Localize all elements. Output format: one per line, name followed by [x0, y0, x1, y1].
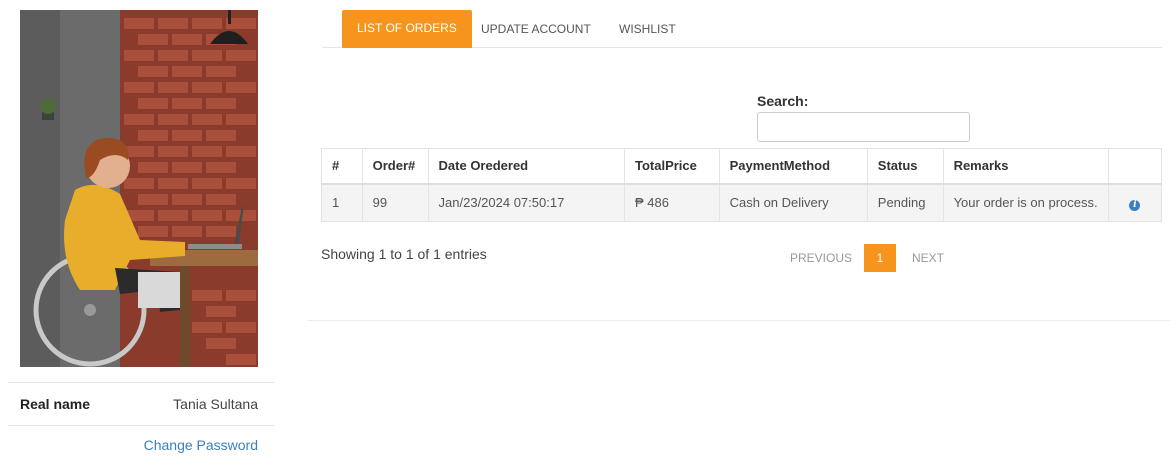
cell-status: Pending — [866, 183, 944, 222]
real-name-value: Tania Sultana — [173, 396, 258, 412]
pagination-page-button[interactable]: 1 — [864, 244, 896, 272]
table-header-row: # Order# Date Oredered TotalPrice Paymen… — [321, 148, 1163, 185]
cell-payment-method: Cash on Delivery — [718, 183, 868, 222]
search-input[interactable] — [757, 112, 970, 142]
cell-date-ordered: Jan/23/2024 07:50:17 — [427, 183, 625, 222]
account-tabs: LIST OF ORDERS UPDATE ACCOUNT WISHLIST — [322, 10, 1162, 48]
profile-photo-illustration — [20, 10, 258, 367]
profile-divider — [8, 382, 274, 383]
profile-divider — [8, 425, 274, 426]
column-header-status[interactable]: Status — [866, 148, 944, 185]
column-header-total-price[interactable]: TotalPrice — [623, 148, 720, 185]
column-header-payment-method[interactable]: PaymentMethod — [718, 148, 868, 185]
tab-wishlist[interactable]: WISHLIST — [619, 10, 676, 48]
cell-order-number: 99 — [361, 183, 429, 222]
pagination-next-button[interactable]: NEXT — [912, 251, 944, 265]
table-row: 1 99 Jan/23/2024 07:50:17 ₱ 486 Cash on … — [321, 183, 1163, 222]
cell-remarks: Your order is on process. — [942, 183, 1109, 222]
cell-total-price: ₱ 486 — [623, 183, 720, 222]
tab-list-of-orders[interactable]: LIST OF ORDERS — [342, 10, 472, 48]
cell-actions: i — [1107, 183, 1163, 222]
entries-info: Showing 1 to 1 of 1 entries — [321, 246, 487, 262]
column-header-actions — [1107, 148, 1163, 185]
change-password-link[interactable]: Change Password — [144, 437, 258, 453]
profile-photo — [20, 10, 258, 367]
pagination-previous-button[interactable]: PREVIOUS — [790, 251, 852, 265]
column-header-order-number[interactable]: Order# — [361, 148, 429, 185]
cell-index: 1 — [321, 183, 363, 222]
orders-table: # Order# Date Oredered TotalPrice Paymen… — [321, 148, 1163, 222]
search-label: Search: — [757, 93, 809, 109]
column-header-date-ordered[interactable]: Date Oredered — [427, 148, 625, 185]
tab-update-account[interactable]: UPDATE ACCOUNT — [481, 10, 591, 48]
column-header-index[interactable]: # — [321, 148, 363, 185]
section-divider — [308, 320, 1171, 321]
column-header-remarks[interactable]: Remarks — [942, 148, 1109, 185]
real-name-label: Real name — [20, 396, 91, 412]
info-icon[interactable]: i — [1129, 199, 1141, 211]
